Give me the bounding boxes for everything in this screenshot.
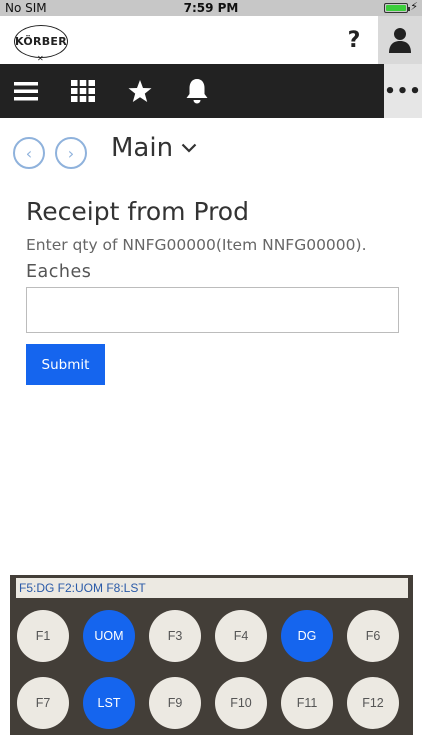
fkey-lst[interactable]: LST — [83, 677, 135, 729]
back-button[interactable]: ‹ — [13, 137, 45, 169]
favorites-button[interactable] — [124, 75, 156, 107]
fkey-f7[interactable]: F7 — [17, 677, 69, 729]
main-toolbar — [0, 64, 384, 118]
user-button[interactable] — [378, 16, 422, 64]
fkey-f3[interactable]: F3 — [149, 610, 201, 662]
function-key-panel: F5:DG F2:UOM F8:LST F1 UOM F3 F4 DG F6 F… — [10, 575, 413, 735]
status-bar: No SIM 7:59 PM ⚡ — [0, 0, 422, 16]
logo-mark: ✕ — [37, 54, 44, 63]
bell-icon — [186, 79, 208, 104]
clock: 7:59 PM — [183, 1, 239, 15]
battery-icon — [384, 3, 410, 13]
nav-row: ‹ › Main — [0, 130, 422, 174]
star-icon — [128, 80, 152, 102]
grid-icon — [71, 80, 95, 102]
fkey-f10[interactable]: F10 — [215, 677, 267, 729]
fkey-f9[interactable]: F9 — [149, 677, 201, 729]
chevron-down-icon — [181, 143, 197, 153]
user-icon — [389, 28, 411, 53]
instruction-text: Enter qty of NNFG00000(Item NNFG00000). — [26, 236, 367, 254]
breadcrumb-dropdown[interactable]: Main — [111, 133, 197, 163]
eaches-input[interactable] — [26, 287, 399, 333]
fkey-f11[interactable]: F11 — [281, 677, 333, 729]
charging-icon: ⚡ — [410, 0, 418, 13]
menu-button[interactable] — [10, 75, 42, 107]
forward-button[interactable]: › — [55, 137, 87, 169]
breadcrumb-label: Main — [111, 133, 174, 163]
brand-bar: KÖRBER ✕ ? — [0, 16, 422, 64]
logo-text: KÖRBER — [14, 35, 68, 48]
fkey-f12[interactable]: F12 — [347, 677, 399, 729]
function-key-hint: F5:DG F2:UOM F8:LST — [16, 578, 408, 598]
notifications-button[interactable] — [181, 75, 213, 107]
eaches-label: Eaches — [26, 262, 92, 282]
fkey-uom[interactable]: UOM — [83, 610, 135, 662]
fkey-f6[interactable]: F6 — [347, 610, 399, 662]
menu-icon — [14, 82, 38, 101]
chevron-left-icon: ‹ — [25, 143, 33, 163]
page-title: Receipt from Prod — [26, 197, 249, 226]
fkey-f4[interactable]: F4 — [215, 610, 267, 662]
apps-button[interactable] — [67, 75, 99, 107]
fkey-dg[interactable]: DG — [281, 610, 333, 662]
submit-button[interactable]: Submit — [26, 344, 105, 385]
fkey-f1[interactable]: F1 — [17, 610, 69, 662]
chevron-right-icon: › — [67, 143, 75, 163]
more-button[interactable]: ••• — [384, 64, 422, 118]
help-button[interactable]: ? — [341, 26, 367, 56]
